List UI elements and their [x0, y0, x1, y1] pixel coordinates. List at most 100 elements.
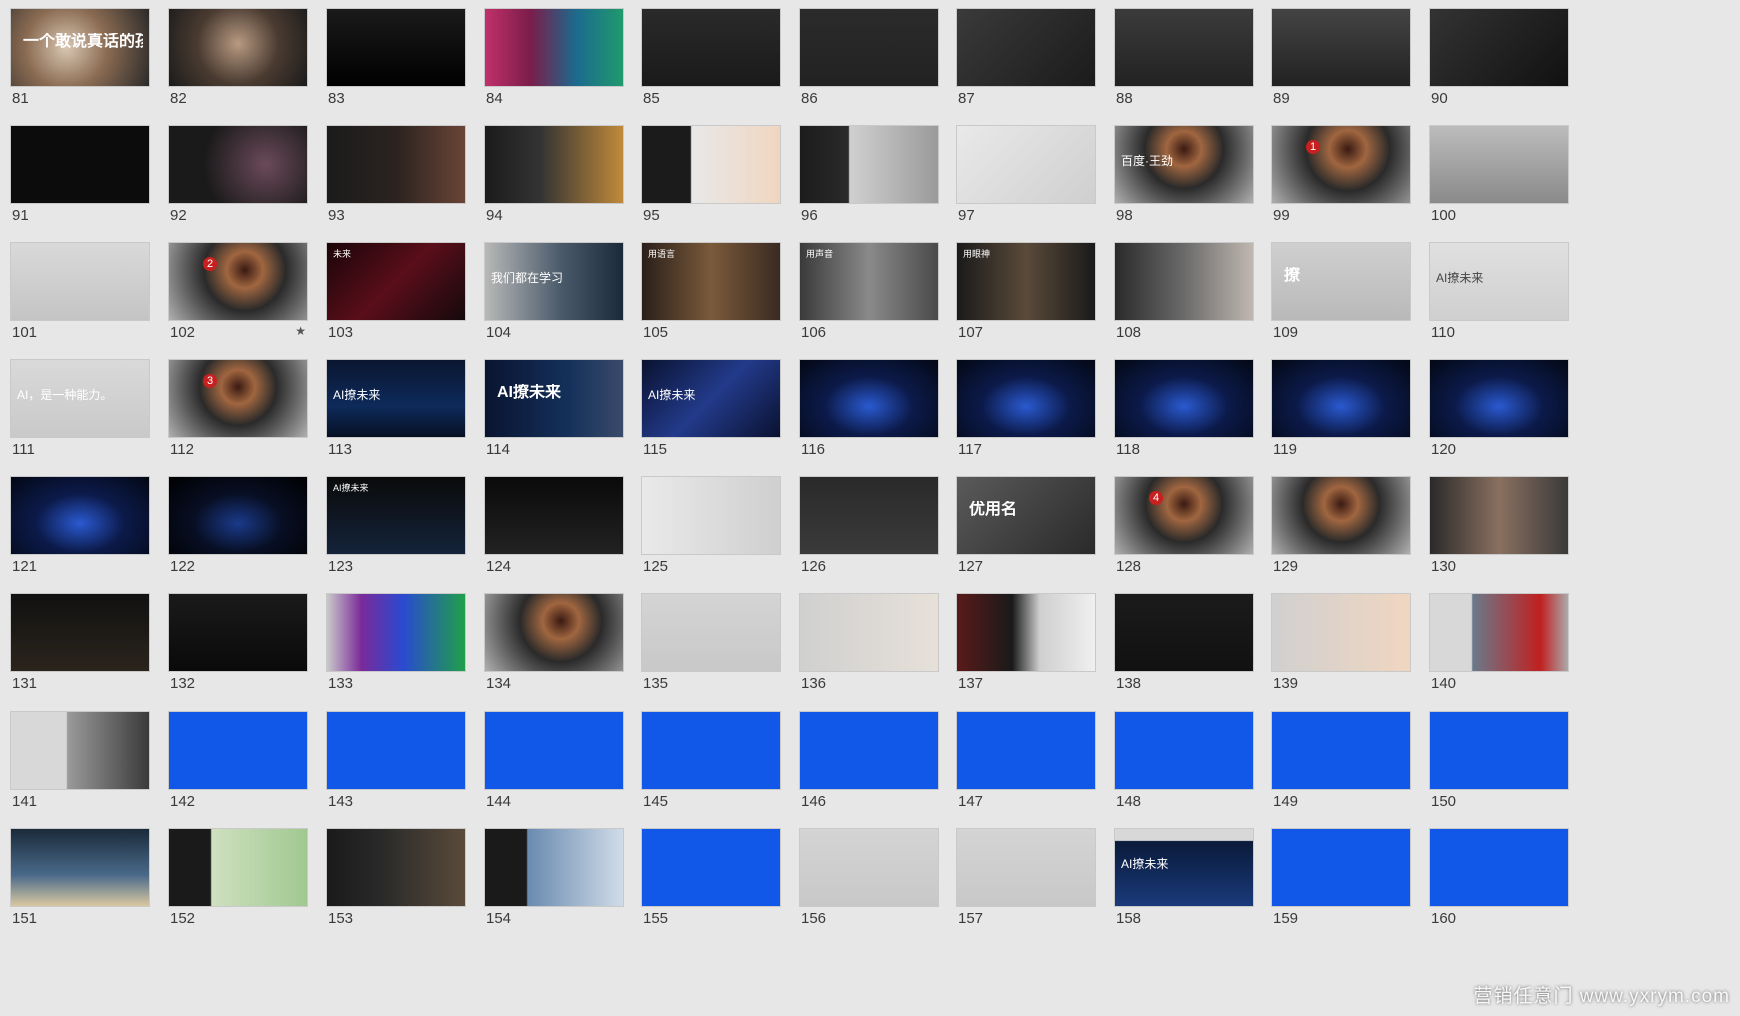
slide-thumbnail[interactable] — [1429, 359, 1569, 438]
slide-item[interactable]: 148 — [1114, 711, 1254, 810]
slide-thumbnail[interactable]: 用眼神 — [956, 242, 1096, 321]
slide-thumbnail[interactable] — [956, 8, 1096, 87]
slide-thumbnail[interactable] — [326, 593, 466, 672]
slide-thumbnail[interactable] — [1271, 593, 1411, 672]
slide-item[interactable]: 159 — [1271, 828, 1411, 927]
slide-thumbnail[interactable] — [326, 828, 466, 907]
slide-item[interactable]: AI撩未来 110 — [1429, 242, 1569, 341]
slide-thumbnail[interactable] — [1114, 8, 1254, 87]
slide-item[interactable]: 134 — [484, 593, 624, 692]
slide-thumbnail[interactable] — [799, 8, 939, 87]
slide-item[interactable]: 96 — [799, 125, 939, 224]
slide-item[interactable]: 116 — [799, 359, 939, 458]
slide-thumbnail[interactable] — [484, 476, 624, 555]
slide-thumbnail[interactable]: 用语言 — [641, 242, 781, 321]
slide-thumbnail[interactable] — [1114, 711, 1254, 790]
slide-thumbnail[interactable] — [956, 593, 1096, 672]
slide-thumbnail[interactable] — [1429, 593, 1569, 672]
slide-thumbnail[interactable] — [1271, 828, 1411, 907]
slide-item[interactable]: 撩 109 — [1271, 242, 1411, 341]
slide-item[interactable]: 100 — [1429, 125, 1569, 224]
slide-item[interactable]: 132 — [168, 593, 308, 692]
slide-item[interactable]: AI撩未来 114 — [484, 359, 624, 458]
slide-thumbnail[interactable]: AI撩未来 — [1429, 242, 1569, 321]
slide-item[interactable]: 121 — [10, 476, 150, 575]
slide-thumbnail[interactable] — [484, 8, 624, 87]
slide-item[interactable]: 用声音 106 — [799, 242, 939, 341]
slide-thumbnail[interactable] — [1429, 711, 1569, 790]
slide-thumbnail[interactable] — [956, 125, 1096, 204]
slide-item[interactable]: AI撩未来 115 — [641, 359, 781, 458]
slide-item[interactable]: 151 — [10, 828, 150, 927]
slide-item[interactable]: 144 — [484, 711, 624, 810]
slide-thumbnail[interactable] — [641, 828, 781, 907]
slide-thumbnail[interactable] — [1271, 359, 1411, 438]
slide-thumbnail[interactable] — [799, 125, 939, 204]
slide-item[interactable]: 156 — [799, 828, 939, 927]
slide-item[interactable]: 82 — [168, 8, 308, 107]
slide-thumbnail[interactable]: 1 — [1271, 125, 1411, 204]
slide-item[interactable]: 152 — [168, 828, 308, 927]
slide-item[interactable]: 92 — [168, 125, 308, 224]
slide-thumbnail[interactable] — [1429, 125, 1569, 204]
slide-thumbnail[interactable] — [1271, 711, 1411, 790]
slide-item[interactable]: 88 — [1114, 8, 1254, 107]
slide-item[interactable]: 89 — [1271, 8, 1411, 107]
slide-thumbnail[interactable] — [956, 828, 1096, 907]
slide-thumbnail[interactable]: 4 — [1114, 476, 1254, 555]
slide-thumbnail[interactable]: AI撩未来 — [326, 476, 466, 555]
slide-thumbnail[interactable]: AI撩未来 — [326, 359, 466, 438]
slide-thumbnail[interactable] — [799, 359, 939, 438]
slide-item[interactable]: 用语言 105 — [641, 242, 781, 341]
slide-thumbnail[interactable] — [1429, 828, 1569, 907]
slide-item[interactable]: 1 99 — [1271, 125, 1411, 224]
slide-thumbnail[interactable] — [168, 125, 308, 204]
slide-thumbnail[interactable] — [326, 711, 466, 790]
slide-thumbnail[interactable] — [641, 593, 781, 672]
slide-item[interactable]: AI撩未来 158 — [1114, 828, 1254, 927]
slide-item[interactable]: 优用名 127 — [956, 476, 1096, 575]
slide-thumbnail[interactable] — [1114, 359, 1254, 438]
slide-item[interactable]: 2 102 ★ — [168, 242, 308, 341]
slide-thumbnail[interactable] — [10, 828, 150, 907]
slide-item[interactable]: 120 — [1429, 359, 1569, 458]
slide-thumbnail[interactable] — [484, 828, 624, 907]
slide-item[interactable]: 122 — [168, 476, 308, 575]
slide-item[interactable]: 136 — [799, 593, 939, 692]
slide-item[interactable]: 157 — [956, 828, 1096, 927]
slide-thumbnail[interactable] — [799, 711, 939, 790]
slide-item[interactable]: 147 — [956, 711, 1096, 810]
slide-thumbnail[interactable]: 2 — [168, 242, 308, 321]
slide-item[interactable]: 154 — [484, 828, 624, 927]
slide-thumbnail[interactable] — [326, 125, 466, 204]
slide-thumbnail[interactable]: 3 — [168, 359, 308, 438]
slide-thumbnail[interactable]: 撩 — [1271, 242, 1411, 321]
slide-item[interactable]: 3 112 — [168, 359, 308, 458]
slide-item[interactable]: 93 — [326, 125, 466, 224]
slide-item[interactable]: 140 — [1429, 593, 1569, 692]
slide-item[interactable]: 146 — [799, 711, 939, 810]
slide-thumbnail[interactable]: 我们都在学习 — [484, 242, 624, 321]
slide-thumbnail[interactable] — [1271, 476, 1411, 555]
slide-thumbnail[interactable] — [799, 476, 939, 555]
slide-thumbnail[interactable]: 一个敢说真话的孩子 — [10, 8, 150, 87]
slide-item[interactable]: AI撩未来 113 — [326, 359, 466, 458]
slide-item[interactable]: 118 — [1114, 359, 1254, 458]
slide-thumbnail[interactable]: 用声音 — [799, 242, 939, 321]
slide-item[interactable]: 124 — [484, 476, 624, 575]
slide-item[interactable]: 149 — [1271, 711, 1411, 810]
slide-item[interactable]: 用眼神 107 — [956, 242, 1096, 341]
slide-item[interactable]: 86 — [799, 8, 939, 107]
slide-thumbnail[interactable] — [168, 593, 308, 672]
slide-item[interactable]: 百度·王劲 98 — [1114, 125, 1254, 224]
slide-item[interactable]: 117 — [956, 359, 1096, 458]
slide-item[interactable]: 94 — [484, 125, 624, 224]
slide-item[interactable]: 131 — [10, 593, 150, 692]
slide-thumbnail[interactable] — [799, 593, 939, 672]
slide-thumbnail[interactable] — [10, 125, 150, 204]
slide-thumbnail[interactable] — [10, 242, 150, 321]
slide-thumbnail[interactable] — [168, 8, 308, 87]
slide-item[interactable]: 133 — [326, 593, 466, 692]
slide-item[interactable]: 83 — [326, 8, 466, 107]
slide-item[interactable]: 137 — [956, 593, 1096, 692]
